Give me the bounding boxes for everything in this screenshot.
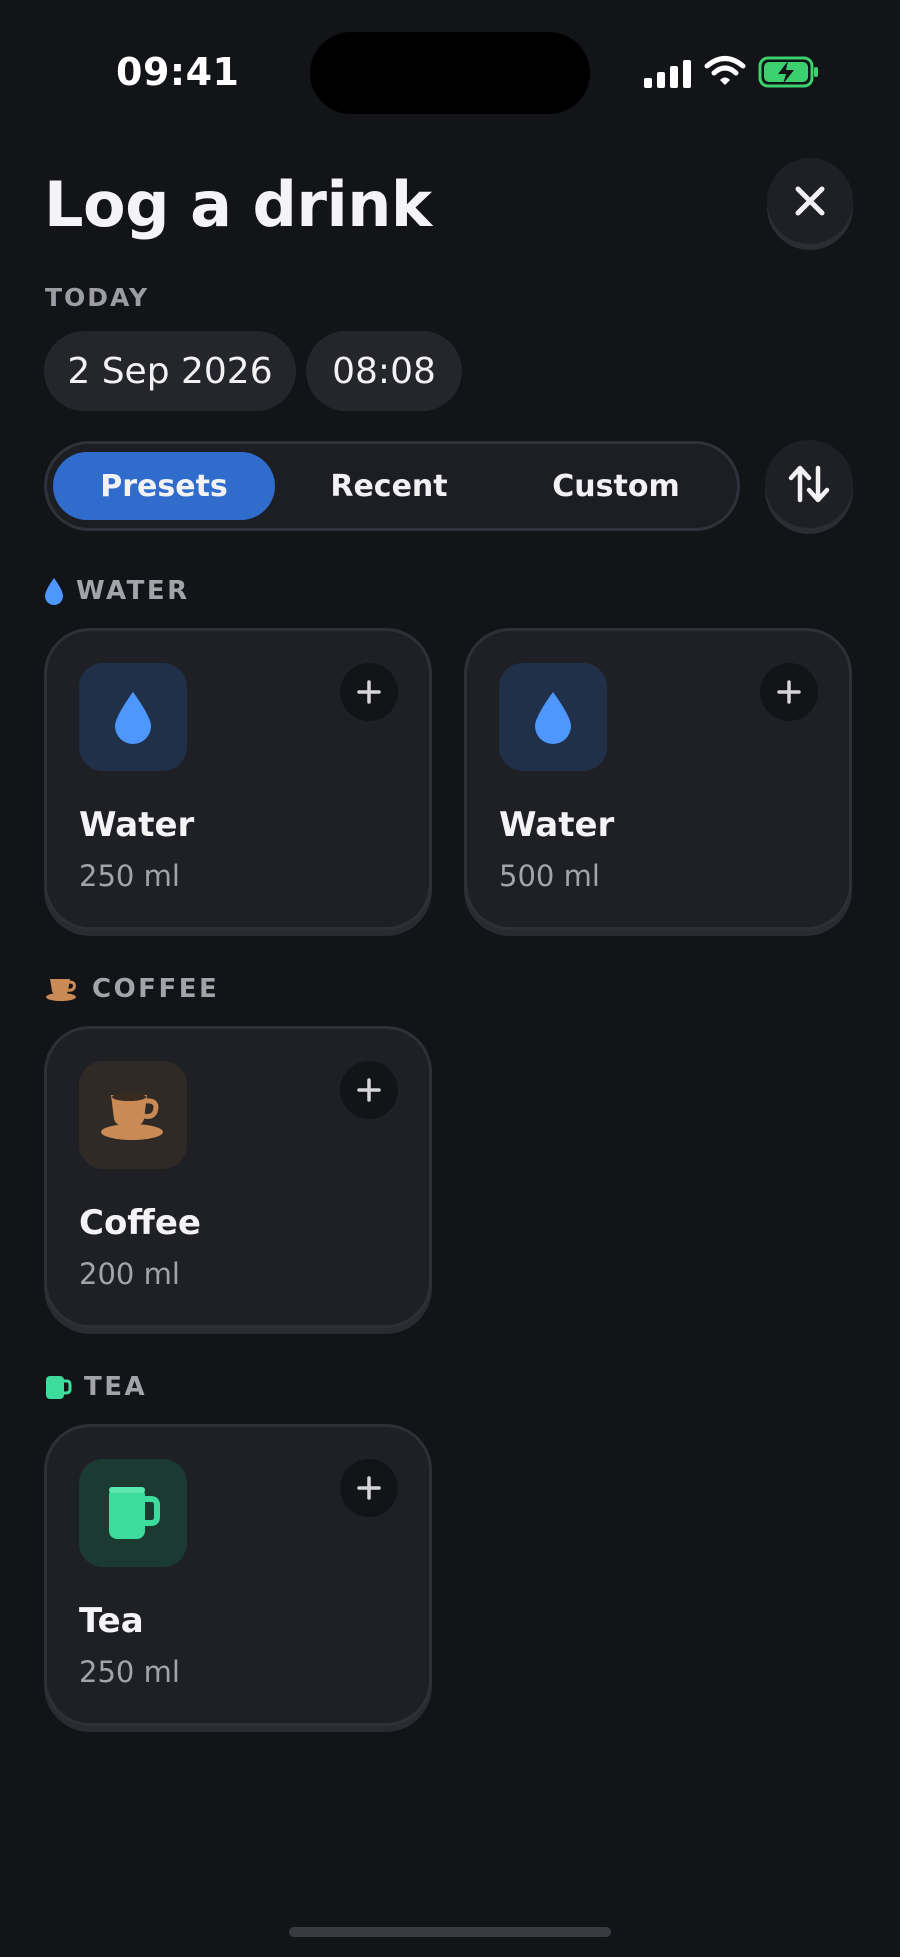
drink-volume: 500 ml [499,859,600,893]
drink-name: Coffee [79,1203,201,1243]
close-icon [795,186,825,216]
drink-volume: 200 ml [79,1257,180,1291]
add-button[interactable] [340,663,398,721]
drink-icon-tile [499,663,607,771]
plus-icon [357,1476,381,1500]
section-title: COFFEE [92,974,220,1004]
plus-icon [357,1078,381,1102]
drink-icon-tile [79,663,187,771]
drink-volume: 250 ml [79,1655,180,1689]
dynamic-island [310,32,590,114]
date-picker-button[interactable]: 2 Sep 2026 [44,331,296,411]
tab-custom[interactable]: Custom [503,452,729,520]
add-button[interactable] [340,1459,398,1517]
plus-icon [777,680,801,704]
water-drop-icon [45,578,63,605]
battery-charging-icon [758,56,818,88]
drink-name: Tea [79,1601,144,1641]
page-title: Log a drink [44,168,432,241]
water-drop-icon [115,692,151,744]
section-header-water: WATER [44,576,190,606]
tab-recent[interactable]: Recent [283,452,495,520]
drink-icon-tile [79,1061,187,1169]
section-title: TEA [84,1372,148,1402]
tea-mug-icon [109,1487,160,1539]
tab-presets[interactable]: Presets [53,452,275,520]
sort-icon [788,465,830,503]
preset-card-water-500[interactable]: Water 500 ml [464,628,852,930]
sort-button[interactable] [765,440,853,528]
preset-card-coffee-200[interactable]: Coffee 200 ml [44,1026,432,1328]
tea-mug-icon [46,1376,72,1399]
drink-icon-tile [79,1459,187,1567]
drink-name: Water [499,805,615,845]
section-header-tea: TEA [44,1372,147,1402]
coffee-cup-icon [101,1093,163,1140]
wifi-icon [704,56,746,85]
preset-card-tea-250[interactable]: Tea 250 ml [44,1424,432,1726]
coffee-cup-icon [46,979,76,1001]
add-button[interactable] [760,663,818,721]
tab-bar: Presets Recent Custom [44,441,740,531]
add-button[interactable] [340,1061,398,1119]
close-button[interactable] [767,158,853,244]
cellular-signal-icon [644,58,691,88]
date-section-label: TODAY [45,283,150,312]
plus-icon [357,680,381,704]
water-drop-icon [535,692,571,744]
section-title: WATER [76,576,190,606]
time-picker-button[interactable]: 08:08 [306,331,462,411]
home-indicator[interactable] [289,1927,611,1937]
section-header-coffee: COFFEE [44,974,219,1004]
drink-volume: 250 ml [79,859,180,893]
status-time: 09:41 [116,50,240,94]
drink-name: Water [79,805,195,845]
preset-card-water-250[interactable]: Water 250 ml [44,628,432,930]
